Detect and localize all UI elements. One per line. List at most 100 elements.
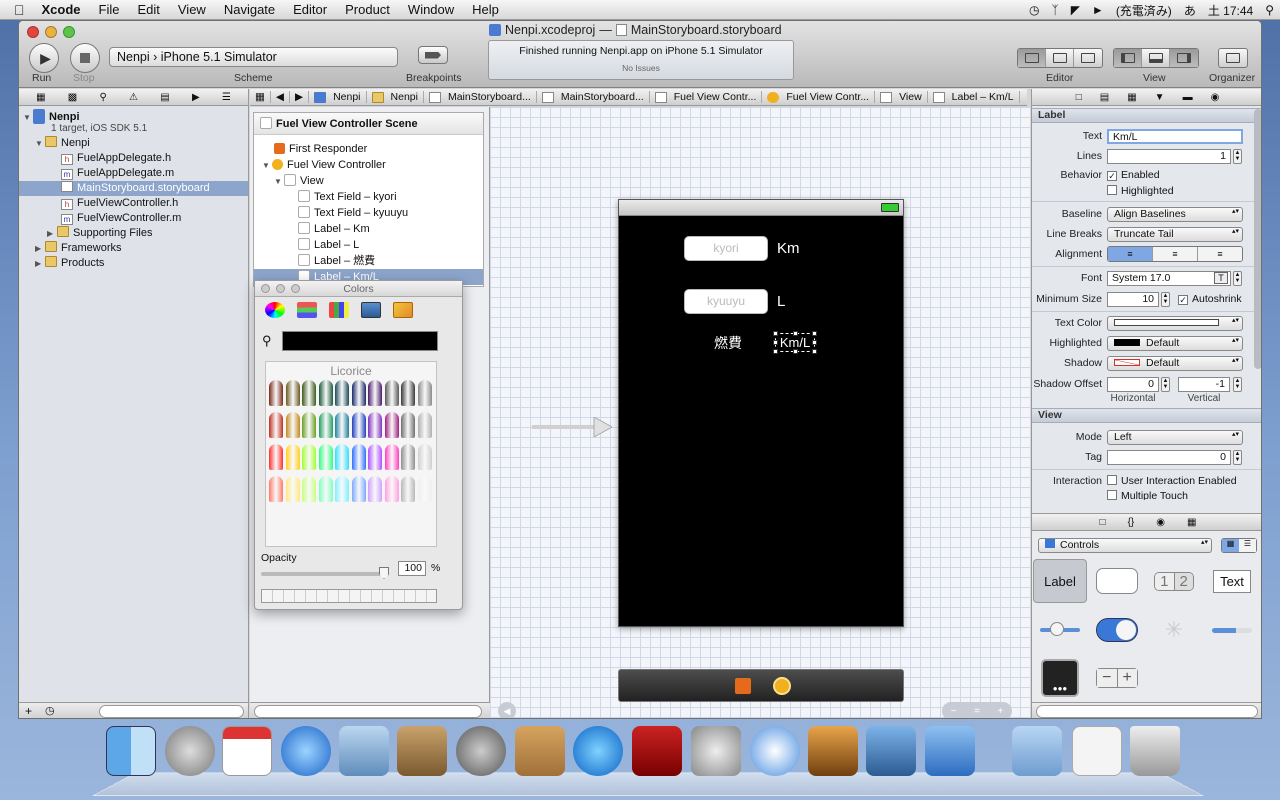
highlighted-checkbox[interactable]: Highlighted: [1107, 185, 1174, 197]
disclosure-closed-icon[interactable]: ▶: [35, 256, 45, 271]
linebreaks-popup[interactable]: Truncate Tail: [1107, 227, 1243, 242]
font-field[interactable]: System 17.0: [1107, 271, 1231, 286]
standard-editor-button[interactable]: [1018, 49, 1046, 67]
breadcrumb-item[interactable]: Label – Km/L: [928, 91, 1020, 103]
list-view-icon[interactable]: ☰: [1239, 539, 1256, 552]
library-item-progress-view[interactable]: [1205, 608, 1259, 652]
recent-files-icon[interactable]: ◷: [45, 704, 55, 717]
library-item-segmented-control[interactable]: 12: [1147, 559, 1201, 603]
trash-icon[interactable]: [1130, 726, 1180, 776]
preview-icon[interactable]: [808, 726, 858, 776]
crayon-swatch[interactable]: [302, 412, 316, 438]
resize-handle[interactable]: [812, 340, 817, 345]
system-preferences-icon[interactable]: [691, 726, 741, 776]
outline-row-controller[interactable]: ▼ Fuel View Controller: [254, 157, 483, 173]
crayon-swatch[interactable]: [417, 476, 432, 502]
size-inspector-icon[interactable]: ▬: [1183, 92, 1193, 103]
align-right-button[interactable]: ≡: [1197, 247, 1242, 261]
disclosure-open-icon[interactable]: ▼: [35, 136, 45, 151]
battery-status[interactable]: (充電済み): [1110, 2, 1178, 19]
volume-icon[interactable]: ►: [1086, 3, 1110, 17]
applications-folder-icon[interactable]: [1012, 726, 1062, 776]
tag-stepper[interactable]: ▲ ▼: [1233, 450, 1242, 465]
disclosure-open-icon[interactable]: ▼: [23, 110, 33, 125]
crayon-swatch[interactable]: [318, 412, 333, 438]
opacity-slider-thumb[interactable]: [379, 567, 389, 579]
library-item-stepper[interactable]: − +: [1090, 656, 1144, 700]
input-method-icon[interactable]: あ: [1178, 2, 1202, 19]
finder-icon[interactable]: [106, 726, 156, 776]
scene-header[interactable]: Fuel View Controller Scene: [254, 113, 483, 135]
crayon-swatch[interactable]: [318, 380, 333, 406]
photo-app-icon[interactable]: [632, 726, 682, 776]
crayon-swatch[interactable]: [335, 476, 349, 502]
crayon-swatch[interactable]: [335, 444, 349, 470]
crayon-swatch[interactable]: [269, 412, 283, 438]
panel-zoom-button[interactable]: [291, 284, 300, 293]
toggle-navigator-button[interactable]: [1114, 49, 1142, 67]
group-supporting-files[interactable]: ▶ Supporting Files: [47, 226, 153, 241]
crayon-swatch[interactable]: [384, 476, 399, 502]
crayon-swatch[interactable]: [401, 380, 415, 406]
media-library-icon[interactable]: ▦: [1187, 517, 1196, 528]
current-color-swatch[interactable]: [282, 331, 438, 351]
enabled-checkbox[interactable]: ✓ Enabled: [1107, 169, 1160, 181]
l-label[interactable]: L: [777, 293, 785, 310]
add-icon[interactable]: +: [25, 704, 32, 718]
code-snippets-icon[interactable]: {}: [1128, 517, 1135, 528]
facetime-icon[interactable]: [456, 726, 506, 776]
menu-editor[interactable]: Editor: [284, 2, 336, 17]
crayon-swatch[interactable]: [285, 412, 300, 438]
canvas-back-icon[interactable]: ◀: [498, 702, 516, 718]
close-window-button[interactable]: [27, 26, 39, 38]
photo-booth-icon[interactable]: [397, 726, 447, 776]
crayon-swatch[interactable]: [351, 412, 366, 438]
version-editor-button[interactable]: [1074, 49, 1102, 67]
autoshrink-checkbox[interactable]: ✓ Autoshrink: [1178, 293, 1242, 305]
itunes-icon[interactable]: [573, 726, 623, 776]
crayons-icon[interactable]: [393, 302, 413, 318]
zoom-window-button[interactable]: [63, 26, 75, 38]
crayon-swatch[interactable]: [302, 476, 316, 502]
downloads-stack-icon[interactable]: [1072, 726, 1122, 776]
menu-view[interactable]: View: [169, 2, 215, 17]
tag-field[interactable]: 0: [1107, 450, 1231, 465]
group-frameworks[interactable]: ▶ Frameworks: [35, 241, 122, 256]
minsize-stepper[interactable]: ▲ ▼: [1161, 292, 1170, 307]
inspector-scrollbar[interactable]: [1254, 109, 1261, 369]
mail-icon[interactable]: [339, 726, 389, 776]
color-wheel-icon[interactable]: [265, 302, 285, 318]
breakpoint-navigator-icon[interactable]: ▶: [192, 92, 200, 103]
library-item-page-control[interactable]: ●●●: [1033, 656, 1087, 700]
forward-icon[interactable]: ▶: [290, 91, 310, 103]
multiple-touch-checkbox[interactable]: Multiple Touch: [1107, 490, 1188, 500]
mode-popup[interactable]: Left: [1107, 430, 1243, 445]
resize-handle[interactable]: [793, 331, 798, 336]
zoom-out-icon[interactable]: −: [951, 706, 957, 717]
toggle-utilities-button[interactable]: [1170, 49, 1198, 67]
disclosure-open-icon[interactable]: ▼: [262, 158, 272, 174]
opacity-field[interactable]: 100: [398, 561, 426, 576]
menu-product[interactable]: Product: [336, 2, 399, 17]
resize-handle[interactable]: [773, 331, 778, 336]
app-store-icon[interactable]: [281, 726, 331, 776]
resize-handle[interactable]: [793, 349, 798, 354]
breadcrumb-item[interactable]: Nenpi: [367, 91, 424, 103]
launchpad-icon[interactable]: [165, 726, 215, 776]
outline-row-textfield[interactable]: Text Field – kyori: [254, 189, 483, 205]
outline-row-textfield[interactable]: Text Field – kyuuyu: [254, 205, 483, 221]
colors-title-bar[interactable]: Colors: [255, 281, 462, 297]
crayon-swatch[interactable]: [285, 444, 300, 470]
search-navigator-icon[interactable]: ⚲: [99, 92, 106, 103]
toggle-debug-area-button[interactable]: [1142, 49, 1170, 67]
crayon-swatch[interactable]: [417, 380, 432, 406]
outline-filter-field[interactable]: [254, 705, 482, 718]
symbol-navigator-icon[interactable]: ▩: [68, 92, 77, 103]
crayon-swatch[interactable]: [351, 444, 366, 470]
file-item[interactable]: h FuelAppDelegate.h: [61, 151, 171, 166]
menu-help[interactable]: Help: [463, 2, 508, 17]
library-item-activity-indicator[interactable]: ✳: [1147, 608, 1201, 652]
breadcrumb-item[interactable]: View: [875, 91, 928, 103]
crayon-swatch[interactable]: [417, 412, 432, 438]
project-navigator-icon[interactable]: ▦: [36, 92, 45, 103]
